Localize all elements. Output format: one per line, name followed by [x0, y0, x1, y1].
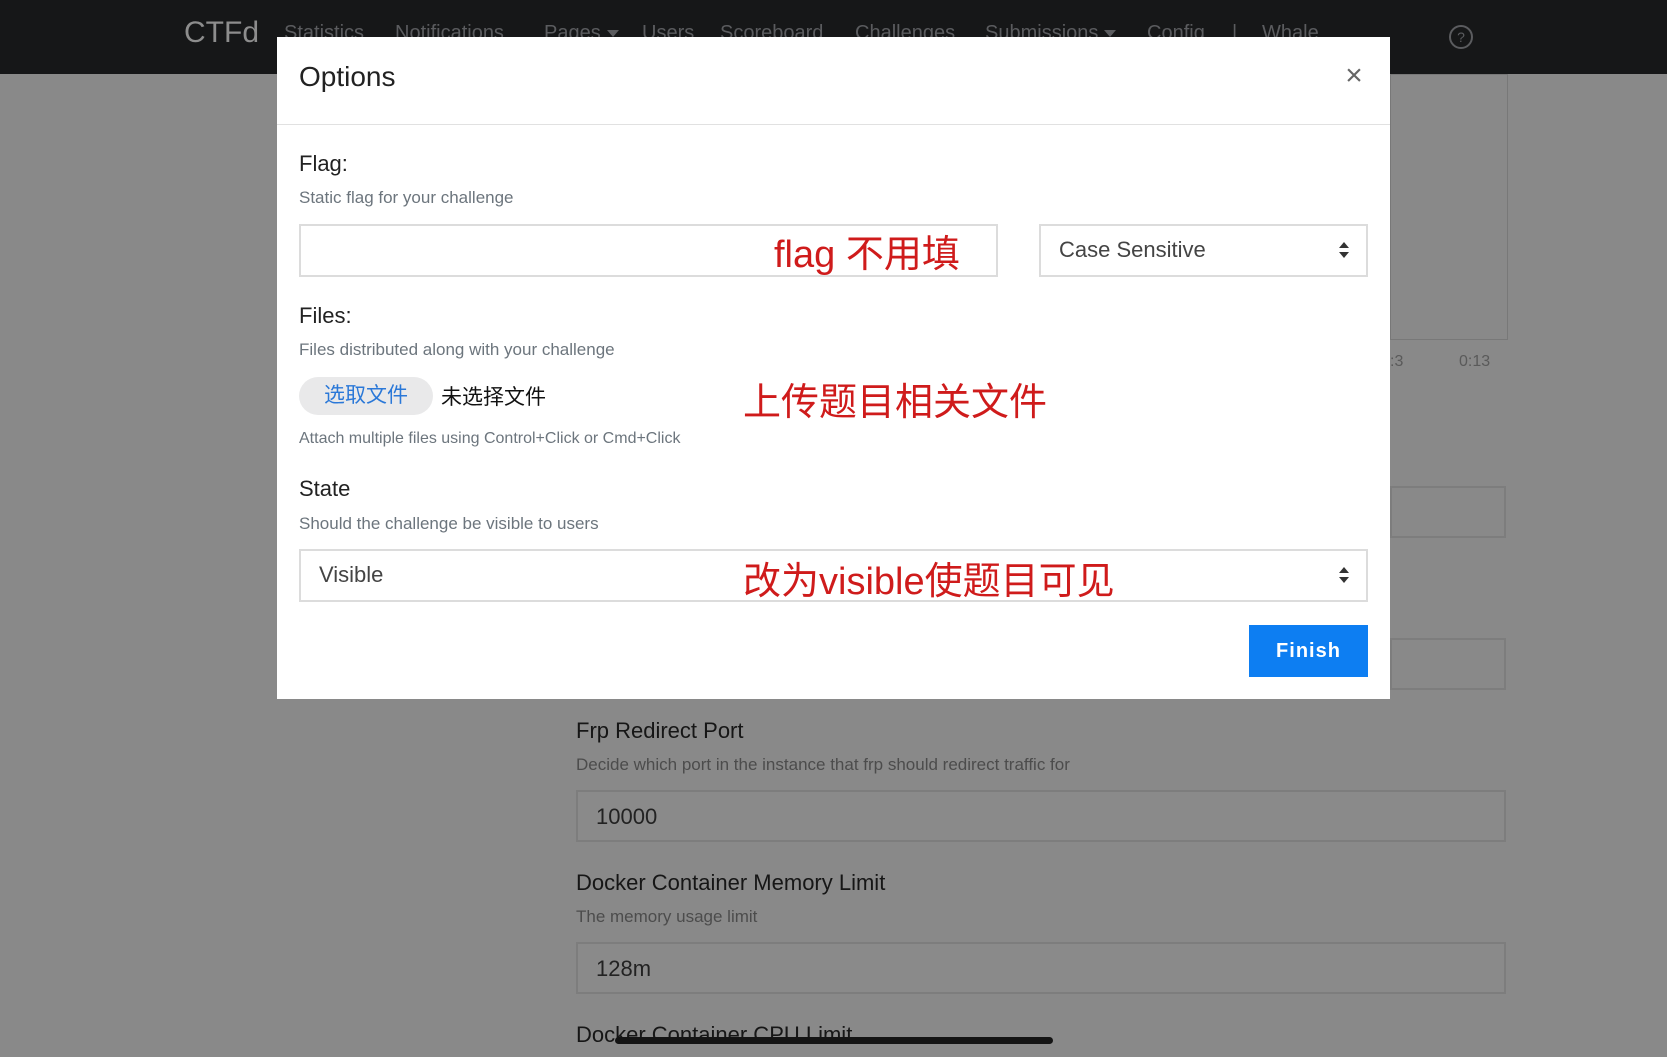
state-help: Should the challenge be visible to users: [299, 514, 599, 533]
file-status: 未选择文件: [441, 386, 546, 409]
files-annotation: 上传题目相关文件: [743, 382, 1048, 424]
state-label: State: [299, 476, 351, 501]
sort-arrows-icon: [1339, 242, 1349, 258]
flag-label: Flag:: [299, 151, 348, 176]
flag-help: Static flag for your challenge: [299, 188, 514, 207]
background-input-edge[interactable]: [1390, 486, 1506, 538]
memory-limit-help: The memory usage limit: [576, 907, 758, 926]
scroll-indicator[interactable]: [615, 1037, 1053, 1044]
attach-multiple-help: Attach multiple files using Control+Clic…: [299, 430, 681, 447]
chart-tick-label: 0:13: [1459, 353, 1491, 370]
close-icon[interactable]: ×: [1338, 61, 1370, 93]
state-value: Visible: [319, 562, 384, 587]
case-sensitivity-select[interactable]: Case Sensitive: [1039, 224, 1368, 277]
files-label: Files:: [299, 303, 352, 328]
flag-annotation: flag 不用填: [774, 234, 960, 276]
question-circle-icon[interactable]: ?: [1449, 25, 1473, 49]
frp-port-input[interactable]: 10000: [576, 790, 1506, 842]
frp-port-label: Frp Redirect Port: [576, 718, 744, 743]
choose-file-button[interactable]: 选取文件: [299, 377, 433, 415]
memory-limit-input[interactable]: 128m: [576, 942, 1506, 994]
options-modal: Options × Flag: Static flag for your cha…: [277, 37, 1390, 699]
files-help: Files distributed along with your challe…: [299, 340, 615, 359]
cpu-limit-label: Docker Container CPU Limit: [576, 1022, 853, 1047]
memory-limit-label: Docker Container Memory Limit: [576, 870, 886, 895]
sort-arrows-icon: [1339, 567, 1349, 583]
modal-header: Options ×: [277, 37, 1390, 125]
case-sensitivity-value: Case Sensitive: [1059, 237, 1206, 262]
brand-logo[interactable]: CTFd: [184, 16, 259, 50]
background-input-edge[interactable]: [1390, 638, 1506, 690]
finish-button[interactable]: Finish: [1249, 625, 1368, 677]
modal-title: Options: [299, 61, 396, 92]
background-chart-box: [1390, 74, 1508, 340]
frp-port-help: Decide which port in the instance that f…: [576, 755, 1070, 774]
chart-tick-label: :3: [1390, 353, 1404, 370]
state-annotation: 改为visible使题目可见: [743, 561, 1115, 603]
